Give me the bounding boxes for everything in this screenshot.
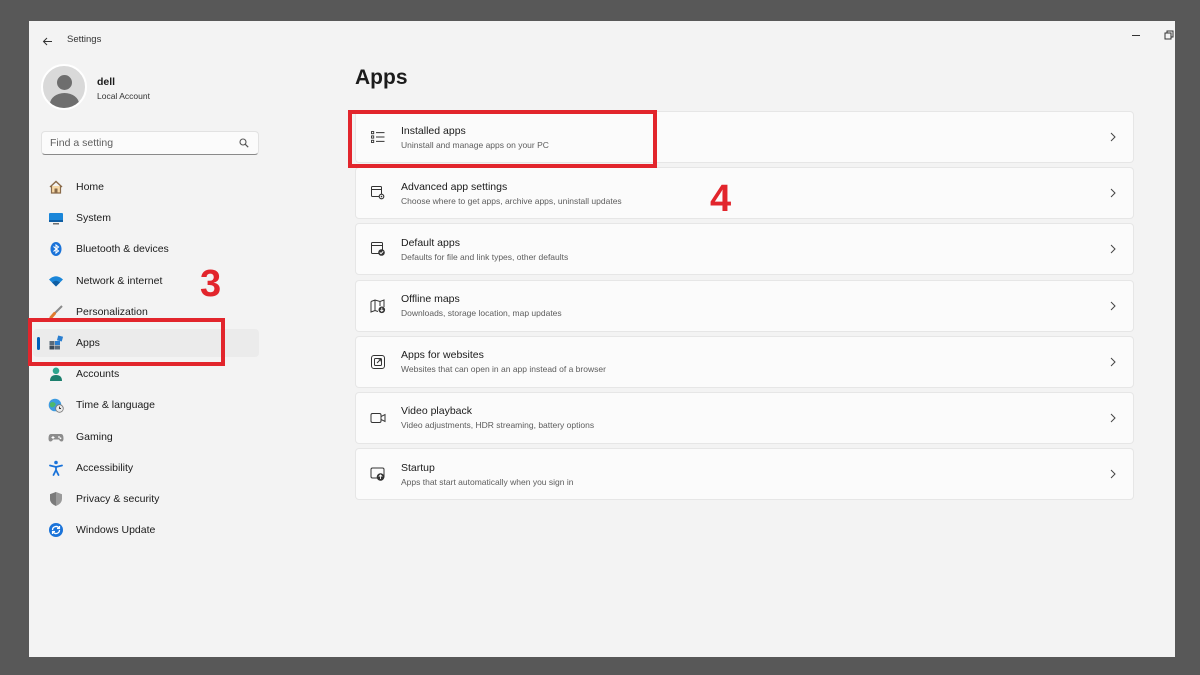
sidebar-item-accounts[interactable]: Accounts bbox=[33, 360, 259, 388]
sidebar-item-system[interactable]: System bbox=[33, 204, 259, 232]
sidebar-item-gaming[interactable]: Gaming bbox=[33, 423, 259, 451]
sidebar-item-label: Bluetooth & devices bbox=[76, 243, 169, 256]
card-title: Video playback bbox=[401, 405, 473, 418]
list-icon bbox=[370, 129, 386, 145]
update-icon bbox=[48, 522, 64, 538]
avatar-body bbox=[50, 93, 79, 108]
card-startup[interactable]: Startup Apps that start automatically wh… bbox=[355, 448, 1134, 501]
step-number-4: 4 bbox=[710, 178, 732, 220]
sidebar-item-label: Apps bbox=[76, 336, 100, 349]
sidebar-item-personalization[interactable]: Personalization bbox=[33, 298, 259, 326]
account-type: Local Account bbox=[97, 91, 150, 101]
sidebar-item-label: Personalization bbox=[76, 305, 148, 318]
settings-window: Settings dell Local Account Home bbox=[29, 21, 1175, 657]
chevron-right-icon bbox=[1107, 468, 1119, 480]
apps-icon bbox=[48, 335, 64, 351]
card-description: Choose where to get apps, archive apps, … bbox=[401, 195, 622, 206]
settings-card-list: Installed apps Uninstall and manage apps… bbox=[355, 111, 1134, 504]
accessibility-icon bbox=[48, 460, 64, 476]
sidebar-item-label: Gaming bbox=[76, 430, 113, 443]
card-installed-apps[interactable]: Installed apps Uninstall and manage apps… bbox=[355, 111, 1134, 163]
sidebar-item-home[interactable]: Home bbox=[33, 173, 259, 201]
sidebar-item-bluetooth[interactable]: Bluetooth & devices bbox=[33, 235, 259, 263]
selection-indicator bbox=[37, 336, 40, 350]
card-title: Startup bbox=[401, 461, 435, 474]
sidebar-item-label: Windows Update bbox=[76, 524, 156, 537]
video-icon bbox=[370, 410, 386, 426]
avatar[interactable] bbox=[41, 64, 87, 110]
card-offline-maps[interactable]: Offline maps Downloads, storage location… bbox=[355, 279, 1134, 332]
sidebar-item-label: Accessibility bbox=[76, 461, 134, 474]
chevron-right-icon bbox=[1107, 131, 1119, 143]
card-description: Websites that can open in an app instead… bbox=[401, 364, 606, 375]
card-description: Uninstall and manage apps on your PC bbox=[401, 139, 549, 150]
back-button[interactable] bbox=[37, 31, 57, 51]
sidebar-item-privacy[interactable]: Privacy & security bbox=[33, 485, 259, 513]
default-apps-icon bbox=[370, 241, 386, 257]
card-title: Advanced app settings bbox=[401, 180, 508, 193]
accounts-icon bbox=[48, 366, 64, 382]
map-icon bbox=[370, 298, 386, 314]
card-description: Apps that start automatically when you s… bbox=[401, 476, 574, 487]
sidebar-item-apps[interactable]: Apps bbox=[33, 328, 259, 357]
card-title: Installed apps bbox=[401, 124, 466, 137]
step-number-3: 3 bbox=[200, 263, 222, 305]
window-title: Settings bbox=[67, 34, 102, 45]
sidebar-item-label: Privacy & security bbox=[76, 492, 160, 505]
sidebar-item-network[interactable]: Network & internet bbox=[33, 267, 259, 295]
globe-clock-icon bbox=[48, 397, 64, 414]
search-input[interactable] bbox=[50, 137, 238, 149]
open-external-icon bbox=[370, 354, 386, 370]
sidebar-item-label: System bbox=[76, 212, 112, 225]
sidebar-item-label: Network & internet bbox=[76, 274, 163, 287]
card-advanced-app-settings[interactable]: Advanced app settings Choose where to ge… bbox=[355, 167, 1134, 220]
card-description: Downloads, storage location, map updates bbox=[401, 308, 562, 319]
bluetooth-icon bbox=[48, 241, 64, 257]
page-title: Apps bbox=[355, 66, 408, 89]
title-bar: Settings bbox=[29, 21, 1175, 59]
wifi-icon bbox=[48, 273, 64, 289]
minimize-button[interactable] bbox=[1122, 27, 1150, 43]
home-icon bbox=[48, 179, 64, 195]
back-arrow-icon bbox=[42, 37, 52, 45]
chevron-right-icon bbox=[1107, 300, 1119, 312]
gamepad-icon bbox=[48, 429, 64, 445]
brush-icon bbox=[48, 304, 64, 320]
card-description: Video adjustments, HDR streaming, batter… bbox=[401, 420, 595, 431]
account-name: dell bbox=[97, 76, 116, 88]
search-icon[interactable] bbox=[238, 137, 250, 149]
card-description: Defaults for file and link types, other … bbox=[401, 251, 569, 262]
minimize-icon bbox=[1132, 35, 1140, 36]
card-video-playback[interactable]: Video playback Video adjustments, HDR st… bbox=[355, 391, 1134, 444]
sidebar-item-label: Home bbox=[76, 181, 105, 193]
sidebar-item-label: Accounts bbox=[76, 368, 120, 381]
chevron-right-icon bbox=[1107, 243, 1119, 255]
search-box[interactable] bbox=[41, 131, 259, 155]
card-title: Offline maps bbox=[401, 293, 460, 306]
sidebar-item-windows-update[interactable]: Windows Update bbox=[33, 516, 259, 544]
card-apps-for-websites[interactable]: Apps for websites Websites that can open… bbox=[355, 335, 1134, 388]
chevron-right-icon bbox=[1107, 356, 1119, 368]
sidebar-item-accessibility[interactable]: Accessibility bbox=[33, 454, 259, 482]
sidebar-item-label: Time & language bbox=[76, 399, 155, 412]
chevron-right-icon bbox=[1107, 187, 1119, 199]
chevron-right-icon bbox=[1107, 412, 1119, 424]
sidebar-item-time-language[interactable]: Time & language bbox=[33, 391, 259, 419]
sidebar-nav: Home System Bluetooth & devices Network … bbox=[33, 173, 259, 547]
restore-button[interactable] bbox=[1155, 27, 1175, 43]
restore-icon bbox=[1164, 30, 1174, 40]
avatar-head bbox=[57, 75, 72, 90]
card-default-apps[interactable]: Default apps Defaults for file and link … bbox=[355, 223, 1134, 276]
card-title: Default apps bbox=[401, 236, 460, 249]
system-icon bbox=[48, 210, 64, 226]
card-title: Apps for websites bbox=[401, 349, 484, 362]
app-settings-icon bbox=[370, 185, 386, 201]
startup-icon bbox=[370, 466, 386, 482]
shield-icon bbox=[48, 491, 64, 507]
